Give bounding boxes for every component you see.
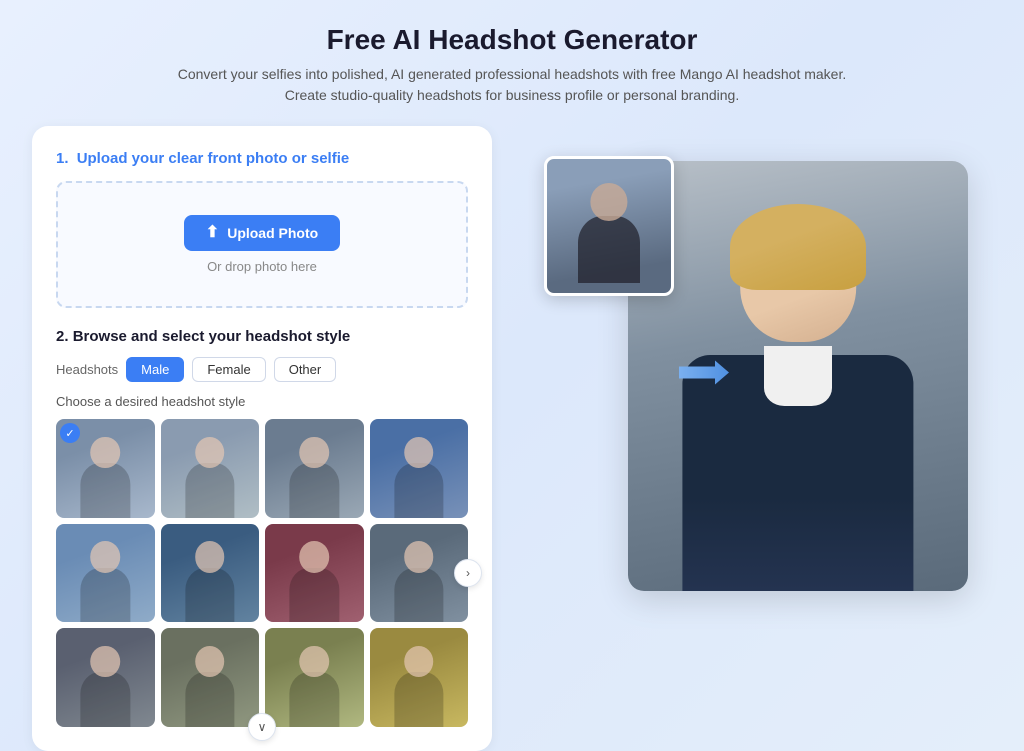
upload-area[interactable]: ⬆ Upload Photo Or drop photo here <box>56 181 468 308</box>
result-hair <box>730 204 866 290</box>
scroll-down-button[interactable]: ∨ <box>248 713 276 741</box>
step1-title: 1. Upload your clear front photo or self… <box>56 150 468 167</box>
page-title: Free AI Headshot Generator <box>32 24 992 56</box>
style-thumb-7[interactable] <box>265 524 364 623</box>
style-thumb-11[interactable] <box>265 628 364 727</box>
headshots-filter-label: Headshots <box>56 362 118 377</box>
page-header: Free AI Headshot Generator Convert your … <box>32 24 992 106</box>
style-thumb-1[interactable]: ✓ <box>56 419 155 518</box>
style-thumb-5[interactable] <box>56 524 155 623</box>
style-thumb-3[interactable] <box>265 419 364 518</box>
selected-check-1: ✓ <box>60 423 80 443</box>
step2-title: 2. Browse and select your headshot style <box>56 328 468 345</box>
filter-male[interactable]: Male <box>126 357 184 382</box>
upload-button[interactable]: ⬆ Upload Photo <box>184 215 340 251</box>
scroll-right-button[interactable]: › <box>454 559 482 587</box>
page-subtitle: Convert your selfies into polished, AI g… <box>172 64 852 106</box>
step1-number: 1. <box>56 150 69 167</box>
style-thumb-10[interactable] <box>161 628 260 727</box>
main-content: 1. Upload your clear front photo or self… <box>32 126 992 751</box>
upload-icon: ⬆ <box>206 225 219 241</box>
style-thumb-9[interactable] <box>56 628 155 727</box>
filter-other[interactable]: Other <box>274 357 337 382</box>
left-panel: 1. Upload your clear front photo or self… <box>32 126 492 751</box>
style-thumb-2[interactable] <box>161 419 260 518</box>
transform-arrow-icon <box>679 357 729 396</box>
drop-text: Or drop photo here <box>78 259 446 274</box>
style-grid: ✓ <box>56 419 468 727</box>
filter-row: Headshots Male Female Other <box>56 357 468 382</box>
result-collar <box>764 346 832 406</box>
upload-button-label: Upload Photo <box>227 225 318 241</box>
style-thumb-6[interactable] <box>161 524 260 623</box>
style-grid-container: ✓ › ∨ <box>56 419 468 727</box>
source-photo-container <box>544 156 674 296</box>
style-thumb-4[interactable] <box>370 419 469 518</box>
right-panel <box>524 126 992 626</box>
source-photo <box>544 156 674 296</box>
choose-style-label: Choose a desired headshot style <box>56 394 468 409</box>
step2-number: 2. <box>56 328 69 345</box>
style-thumb-12[interactable] <box>370 628 469 727</box>
filter-female[interactable]: Female <box>192 357 265 382</box>
step2-label: Browse and select your headshot style <box>73 328 351 345</box>
step1-label: Upload your clear front photo or selfie <box>77 150 350 167</box>
